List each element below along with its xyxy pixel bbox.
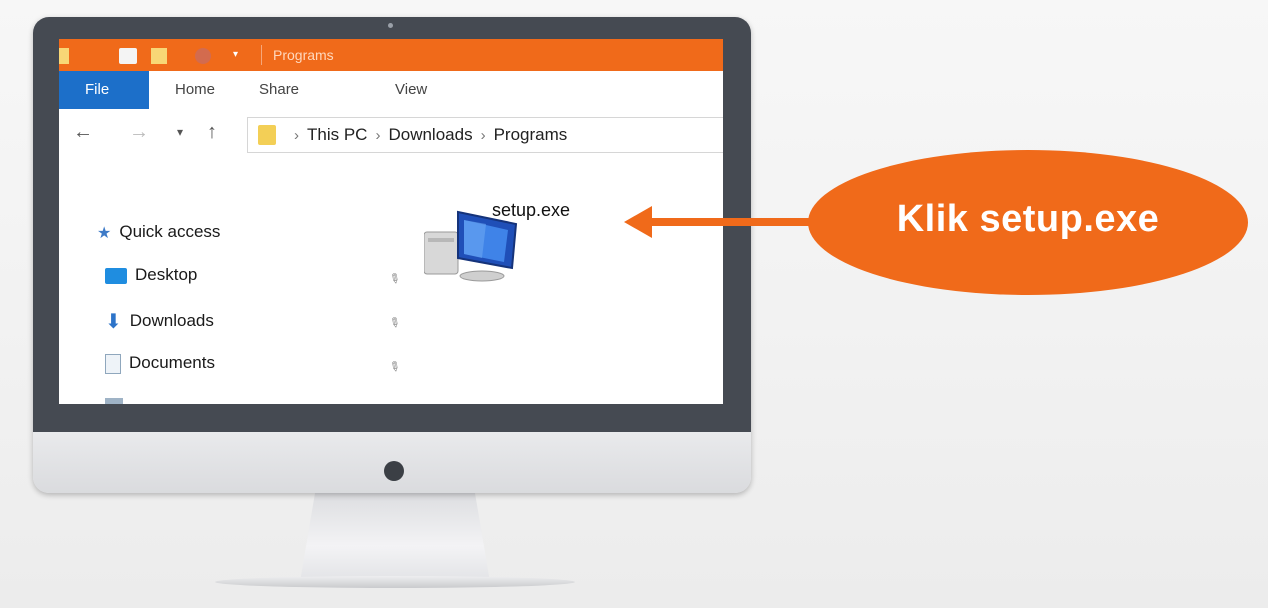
pictures-icon: [105, 397, 123, 404]
nav-item-label: Quick access: [119, 222, 221, 241]
forward-arrow-icon[interactable]: →: [129, 121, 149, 144]
breadcrumb-downloads[interactable]: Downloads: [388, 125, 472, 144]
window-title: Programs: [273, 47, 334, 63]
new-folder-icon[interactable]: [151, 48, 167, 64]
breadcrumb-programs[interactable]: Programs: [494, 125, 568, 144]
documents-icon: [105, 353, 121, 374]
breadcrumb: › This PC › Downloads › Programs: [286, 125, 567, 145]
breadcrumb-this-pc[interactable]: This PC: [307, 125, 367, 144]
undo-icon[interactable]: [195, 48, 211, 64]
nav-item-downloads[interactable]: ⬇ Downloads: [105, 309, 214, 334]
address-bar[interactable]: › This PC › Downloads › Programs: [247, 117, 723, 153]
callout-bubble: Klik setup.exe: [808, 150, 1248, 295]
up-arrow-icon[interactable]: ↑: [207, 121, 217, 144]
star-icon: ★: [97, 224, 112, 242]
desktop-icon: [105, 267, 127, 284]
breadcrumb-separator-icon: ›: [375, 127, 381, 144]
callout-arrow: [648, 218, 816, 226]
nav-item-quick-access[interactable]: ★ Quick access: [97, 222, 220, 243]
tab-home[interactable]: Home: [175, 81, 215, 98]
folder-icon: [258, 125, 276, 145]
camera-dot: [388, 23, 393, 28]
nav-item-label: Downloads: [129, 310, 214, 330]
file-name-label[interactable]: setup.exe: [492, 200, 570, 221]
pin-icon[interactable]: ✎: [385, 269, 404, 288]
monitor-stand-base: [215, 576, 575, 588]
breadcrumb-separator-icon: ›: [294, 127, 299, 144]
pin-icon[interactable]: ✎: [385, 313, 404, 332]
nav-item-desktop[interactable]: Desktop: [105, 265, 197, 285]
power-button-icon: [384, 461, 404, 481]
nav-item-pictures-partial[interactable]: [105, 395, 131, 404]
quick-access-dropdown-icon[interactable]: ▾: [233, 49, 238, 60]
back-arrow-icon[interactable]: ←: [73, 121, 93, 144]
tab-file[interactable]: File: [59, 71, 149, 109]
monitor: ▾ Programs File Home Share View ← → ▾ ↑ …: [33, 17, 751, 493]
recent-locations-chevron-icon[interactable]: ▾: [177, 125, 183, 139]
callout-text: Klik setup.exe: [896, 198, 1160, 240]
folder-icon: [59, 48, 69, 64]
monitor-stand: [300, 492, 490, 582]
title-bar: ▾ Programs: [59, 39, 723, 71]
properties-icon[interactable]: [119, 48, 137, 64]
ribbon-tabs: File Home Share View: [59, 71, 723, 110]
title-separator: [261, 45, 262, 65]
nav-item-label: Desktop: [135, 265, 198, 284]
tab-view[interactable]: View: [395, 81, 427, 98]
download-icon: ⬇: [105, 311, 122, 333]
tab-share[interactable]: Share: [259, 81, 299, 98]
breadcrumb-separator-icon: ›: [480, 127, 486, 144]
nav-item-label: Documents: [129, 353, 215, 372]
navigation-bar: ← → ▾ ↑ › This PC › Downloads › Programs: [59, 109, 723, 157]
callout-arrow-head-icon: [624, 206, 652, 238]
pin-icon[interactable]: ✎: [385, 357, 404, 376]
nav-item-documents[interactable]: Documents: [105, 353, 215, 374]
